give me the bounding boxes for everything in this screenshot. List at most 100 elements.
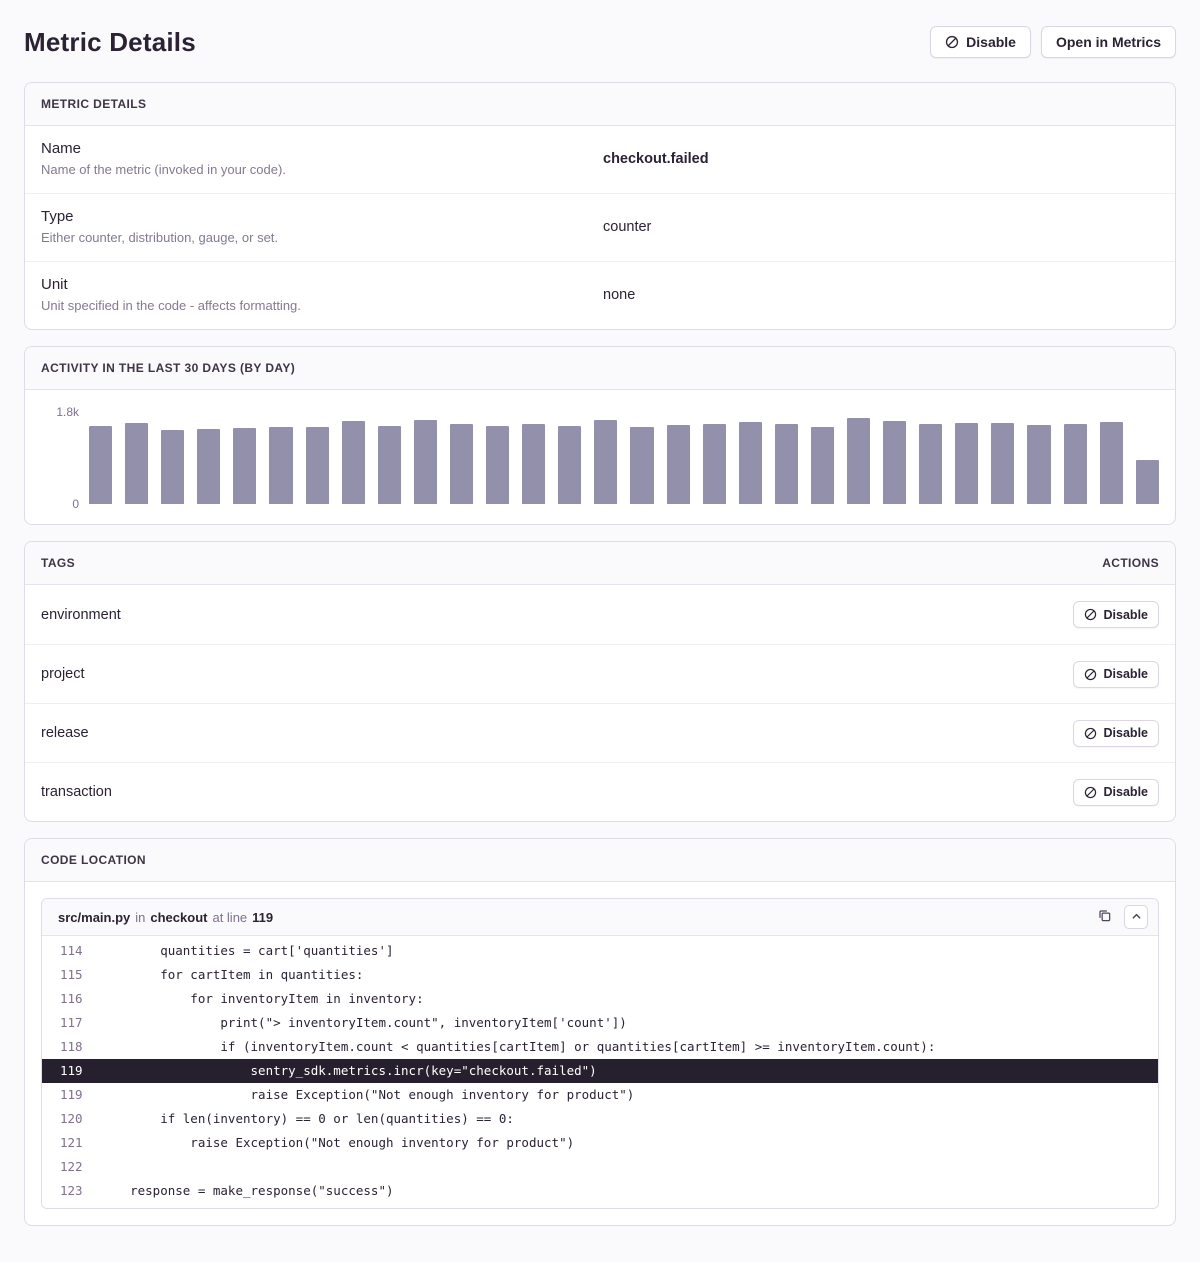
chart-bar	[1136, 460, 1159, 504]
code-lines: 114 quantities = cart['quantities']115 f…	[42, 936, 1158, 1208]
detail-value: none	[600, 287, 1159, 303]
chart-bar	[89, 426, 112, 504]
metric-details-panel-title: METRIC DETAILS	[41, 97, 146, 111]
tag-name-label: project	[41, 666, 85, 682]
tag-row: release Disable	[25, 703, 1175, 762]
detail-value: counter	[600, 219, 1159, 235]
tag-name-label: release	[41, 725, 89, 741]
code-line-gutter-number: 115	[42, 963, 100, 987]
code-line-text: if len(inventory) == 0 or len(quantities…	[100, 1107, 514, 1131]
chart-bar	[739, 422, 762, 504]
copy-icon	[1097, 908, 1112, 926]
chart-bar	[883, 421, 906, 504]
code-line: 117 print("> inventoryItem.count", inven…	[42, 1011, 1158, 1035]
y-axis-max-label: 1.8k	[56, 405, 79, 419]
chart-bar	[1027, 425, 1050, 504]
code-in-word: in	[135, 910, 145, 925]
metric-details-panel-header: METRIC DETAILS	[25, 83, 1175, 126]
detail-label: Name	[41, 140, 600, 157]
chart-bar	[342, 421, 365, 504]
code-line: 122	[42, 1155, 1158, 1179]
code-location-panel-title: CODE LOCATION	[41, 853, 146, 867]
chart-bar	[955, 423, 978, 504]
detail-left: UnitUnit specified in the code - affects…	[41, 276, 600, 313]
disable-button[interactable]: Disable	[930, 26, 1031, 58]
tag-row: transaction Disable	[25, 762, 1175, 821]
chart-bar	[847, 418, 870, 504]
disable-button-label: Disable	[966, 34, 1016, 50]
code-file-path: src/main.py	[58, 910, 130, 925]
chart-bar	[486, 426, 509, 504]
activity-panel-header: ACTIVITY IN THE LAST 30 DAYS (BY DAY)	[25, 347, 1175, 390]
ban-icon	[1084, 608, 1097, 621]
tags-rows: environment Disable project Disable release D…	[25, 585, 1175, 821]
detail-left: TypeEither counter, distribution, gauge,…	[41, 208, 600, 245]
page-header: Metric Details Disable Open in Metrics	[24, 0, 1176, 82]
tag-disable-button[interactable]: Disable	[1073, 779, 1159, 806]
code-line-text: if (inventoryItem.count < quantities[car…	[100, 1035, 935, 1059]
detail-left: NameName of the metric (invoked in your …	[41, 140, 600, 177]
tag-row: project Disable	[25, 644, 1175, 703]
open-in-metrics-label: Open in Metrics	[1056, 34, 1161, 50]
activity-panel-title: ACTIVITY IN THE LAST 30 DAYS (BY DAY)	[41, 361, 295, 375]
detail-row: NameName of the metric (invoked in your …	[25, 126, 1175, 193]
tags-panel-title: TAGS	[41, 556, 75, 570]
detail-label: Unit	[41, 276, 600, 293]
tag-disable-button[interactable]: Disable	[1073, 720, 1159, 747]
code-line: 115 for cartItem in quantities:	[42, 963, 1158, 987]
chart-bar	[161, 430, 184, 504]
chart-bar	[269, 427, 292, 504]
code-line: 121 raise Exception("Not enough inventor…	[42, 1131, 1158, 1155]
ban-icon	[1084, 727, 1097, 740]
chart-bar	[703, 424, 726, 504]
activity-panel: ACTIVITY IN THE LAST 30 DAYS (BY DAY) 1.…	[24, 346, 1176, 525]
code-line-gutter-number: 123	[42, 1179, 100, 1203]
code-line-gutter-number: 121	[42, 1131, 100, 1155]
chart-bar	[558, 426, 581, 504]
code-line: 119 sentry_sdk.metrics.incr(key="checkou…	[42, 1059, 1158, 1083]
code-line: 120 if len(inventory) == 0 or len(quanti…	[42, 1107, 1158, 1131]
tags-panel: TAGS ACTIONS environment Disable project Di…	[24, 541, 1176, 822]
chart-bar	[919, 424, 942, 504]
ban-icon	[1084, 786, 1097, 799]
code-line-gutter-number: 116	[42, 987, 100, 1011]
code-line: 114 quantities = cart['quantities']	[42, 939, 1158, 963]
tags-actions-column-label: ACTIONS	[1102, 556, 1159, 570]
ban-icon	[1084, 668, 1097, 681]
tag-disable-button-label: Disable	[1104, 726, 1148, 740]
code-line-gutter-number: 117	[42, 1011, 100, 1035]
open-in-metrics-button[interactable]: Open in Metrics	[1041, 26, 1176, 58]
detail-label: Type	[41, 208, 600, 225]
chart-bar	[667, 425, 690, 504]
collapse-button[interactable]	[1124, 905, 1148, 929]
code-function-name: checkout	[150, 910, 207, 925]
tag-disable-button-label: Disable	[1104, 785, 1148, 799]
code-location-panel-header: CODE LOCATION	[25, 839, 1175, 882]
code-line-gutter-number: 119	[42, 1059, 100, 1083]
code-line-number: 119	[252, 910, 273, 925]
tag-name-label: environment	[41, 607, 121, 623]
tag-row: environment Disable	[25, 585, 1175, 644]
chart-bar	[233, 428, 256, 504]
code-line: 116 for inventoryItem in inventory:	[42, 987, 1158, 1011]
chart-bar	[522, 424, 545, 504]
code-line-gutter-number: 120	[42, 1107, 100, 1131]
code-frame: src/main.py in checkout at line 119	[41, 898, 1159, 1209]
code-line-text: for cartItem in quantities:	[100, 963, 363, 987]
tag-name-label: transaction	[41, 784, 112, 800]
copy-button[interactable]	[1093, 904, 1116, 930]
code-line-gutter-number: 118	[42, 1035, 100, 1059]
chart-bar	[1100, 422, 1123, 504]
chart-bar	[197, 429, 220, 504]
tag-disable-button[interactable]: Disable	[1073, 601, 1159, 628]
tags-panel-header: TAGS ACTIONS	[25, 542, 1175, 585]
code-location-body: src/main.py in checkout at line 119	[25, 882, 1175, 1225]
code-line-text: raise Exception("Not enough inventory fo…	[100, 1083, 634, 1107]
chart-bar	[991, 423, 1014, 504]
chart-bar	[306, 427, 329, 504]
y-axis-min-label: 0	[72, 497, 79, 511]
bar-chart: 1.8k 0	[41, 412, 1159, 504]
code-line-text: for inventoryItem in inventory:	[100, 987, 424, 1011]
tag-disable-button[interactable]: Disable	[1073, 661, 1159, 688]
code-frame-header: src/main.py in checkout at line 119	[42, 899, 1158, 936]
